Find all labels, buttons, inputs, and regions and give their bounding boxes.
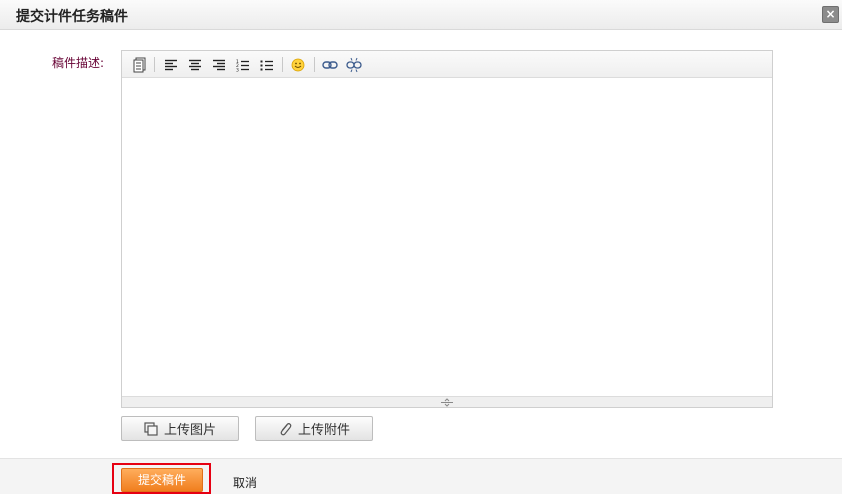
align-center-button[interactable] bbox=[185, 55, 205, 75]
ordered-list-icon: 1 2 3 bbox=[236, 59, 249, 72]
ordered-list-button[interactable]: 1 2 3 bbox=[233, 55, 253, 75]
resize-handle-icon bbox=[441, 397, 453, 407]
paperclip-icon bbox=[280, 422, 292, 435]
image-copy-icon bbox=[144, 421, 158, 436]
align-left-icon bbox=[165, 59, 177, 71]
upload-attachment-button[interactable]: 上传附件 bbox=[255, 416, 373, 441]
editor-resize-handle[interactable] bbox=[122, 396, 772, 407]
cancel-link[interactable]: 取消 bbox=[233, 474, 257, 491]
dialog-titlebar: 提交计件任务稿件 × bbox=[0, 0, 842, 30]
unordered-list-icon bbox=[260, 60, 273, 70]
close-icon: × bbox=[825, 7, 836, 21]
dialog-title: 提交计件任务稿件 bbox=[16, 9, 128, 25]
svg-text:3: 3 bbox=[236, 67, 239, 72]
toolbar-separator bbox=[314, 57, 315, 72]
upload-image-button[interactable]: 上传图片 bbox=[121, 416, 239, 441]
align-left-button[interactable] bbox=[161, 55, 181, 75]
link-button[interactable] bbox=[320, 55, 340, 75]
editor-content-area[interactable] bbox=[122, 78, 772, 396]
emoticon-icon bbox=[291, 58, 305, 72]
submit-manuscript-button[interactable]: 提交稿件 bbox=[121, 468, 203, 492]
unlink-icon bbox=[346, 57, 362, 73]
align-center-icon bbox=[189, 59, 201, 71]
align-right-button[interactable] bbox=[209, 55, 229, 75]
source-icon bbox=[133, 57, 146, 73]
close-button[interactable]: × bbox=[822, 6, 839, 23]
description-label: 稿件描述: bbox=[52, 56, 105, 70]
rich-text-editor: 1 2 3 bbox=[121, 50, 773, 408]
editor-toolbar: 1 2 3 bbox=[122, 51, 772, 78]
emoticon-button[interactable] bbox=[288, 55, 308, 75]
toolbar-separator bbox=[154, 57, 155, 72]
unordered-list-button[interactable] bbox=[257, 55, 277, 75]
upload-attachment-label: 上传附件 bbox=[297, 423, 350, 438]
upload-image-label: 上传图片 bbox=[163, 423, 216, 438]
link-icon bbox=[322, 61, 338, 69]
align-right-icon bbox=[213, 59, 225, 71]
toolbar-separator bbox=[282, 57, 283, 72]
unlink-button[interactable] bbox=[344, 55, 364, 75]
source-button[interactable] bbox=[130, 55, 150, 75]
